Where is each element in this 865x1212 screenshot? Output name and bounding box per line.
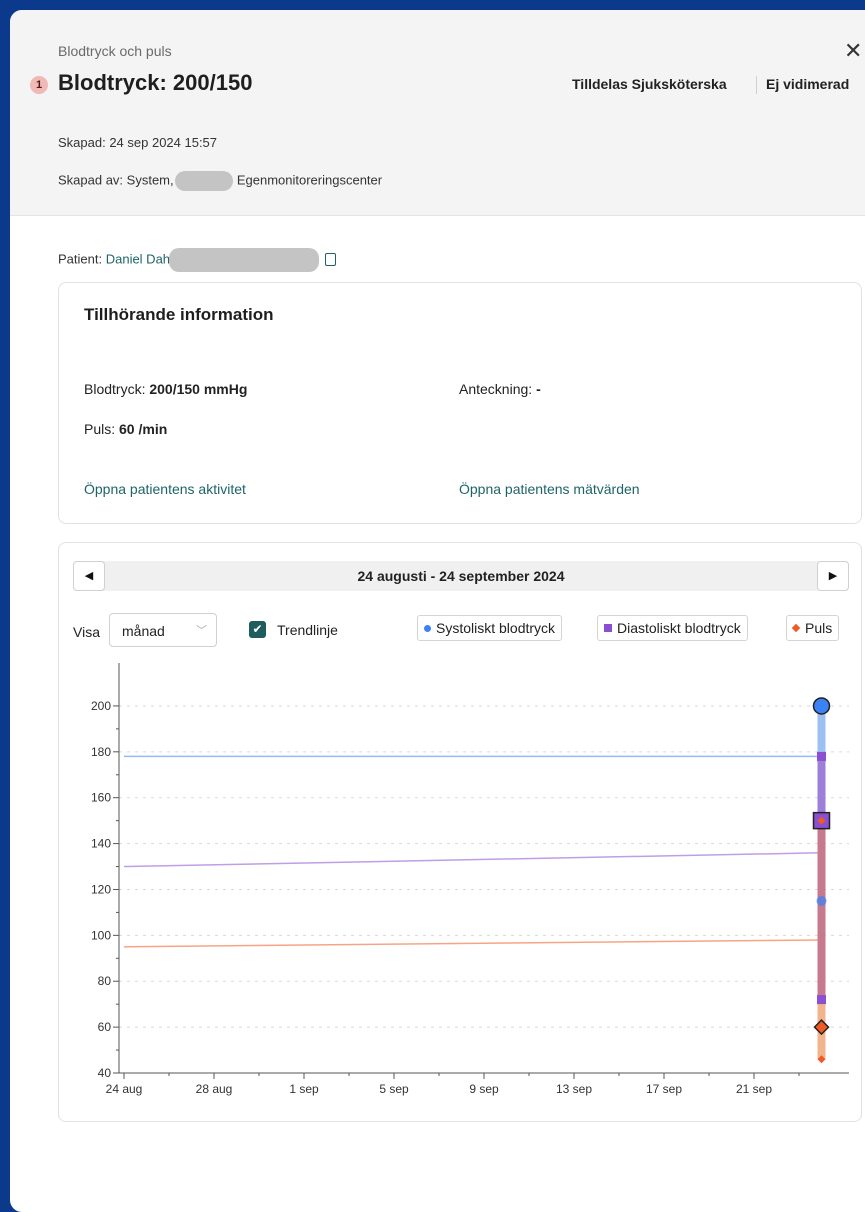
count-badge: 1 [30,76,48,94]
systolic-point [816,895,827,906]
bp-field: Blodtryck: 200/150 mmHg [84,381,247,397]
trend-line [123,852,822,868]
pulse-label: Puls: [84,421,116,437]
legend-diastolic[interactable]: Diastoliskt blodtryck [597,615,748,641]
trend-checkbox[interactable]: ✔ [249,621,266,638]
legend-pulse[interactable]: Puls [786,615,840,641]
trend-label: Trendlinje [277,622,338,638]
x-tick-label: 13 sep [556,1082,592,1096]
copy-icon[interactable] [324,252,336,266]
y-tick-label: 40 [98,1066,112,1080]
diastolic-point [817,995,826,1005]
legend-systolic[interactable]: Systoliskt blodtryck [417,615,563,641]
assign-button[interactable]: Tilldelas Sjuksköterska [572,76,727,92]
y-tick-label: 160 [91,791,111,805]
next-period-button[interactable]: ▶ [817,561,849,591]
date-navigator: 24 augusti - 24 september 2024 ◀ ▶ [73,561,849,591]
diastolic-point [817,751,826,761]
redacted-block [169,248,320,272]
open-measurements-link[interactable]: Öppna patientens mätvärden [459,481,640,497]
y-tick-label: 180 [91,745,111,759]
period-select[interactable]: månad ﹀ [109,613,217,647]
diamond-icon [791,624,801,633]
prev-period-button[interactable]: ◀ [73,561,105,591]
x-tick-label: 9 sep [469,1082,499,1096]
redacted-block [174,171,233,191]
chevron-down-icon: ﹀ [196,625,207,637]
x-tick-label: 24 aug [106,1082,143,1096]
created-by-suffix: Egenmonitoreringscenter [236,172,383,188]
open-activity-link[interactable]: Öppna patientens aktivitet [84,481,246,497]
patient-row: Patient: Daniel Dah [58,248,336,272]
square-icon [604,624,612,633]
note-value: - [536,381,541,397]
x-tick-label: 17 sep [646,1082,682,1096]
created-by-prefix: Skapad av: System, I [58,172,181,188]
related-info-card: Tillhörande information Blodtryck: 200/1… [58,282,862,524]
created-timestamp: Skapad: 24 sep 2024 15:57 [58,135,218,150]
x-tick-label: 28 aug [196,1082,233,1096]
header-divider [756,76,757,94]
legend-diastolic-label: Diastoliskt blodtryck [617,620,741,636]
bp-label: Blodtryck: [84,381,146,397]
legend-systolic-label: Systoliskt blodtryck [436,620,556,636]
pulse-field: Puls: 60 /min [84,421,167,437]
bp-value: 200/150 mmHg [149,381,248,397]
legend-pulse-label: Puls [805,620,833,636]
y-tick-label: 120 [91,882,111,896]
alert-detail-panel: Blodtryck och puls ✕ 1 Blodtryck: 200/15… [10,10,865,1212]
pulse-value: 60 /min [119,421,168,437]
created-by: Skapad av: System, I Egenmonitoreringscen… [58,171,382,191]
x-tick-label: 21 sep [736,1082,772,1096]
breadcrumb: Blodtryck och puls [58,43,172,59]
pulse-point [813,1019,830,1036]
circle-icon [424,624,431,632]
patient-label: Patient: [58,251,103,267]
x-tick-label: 1 sep [289,1082,319,1096]
chart-card: 24 augusti - 24 september 2024 ◀ ▶ Visa … [58,542,862,1122]
note-label: Anteckning: [459,381,533,397]
y-tick-label: 140 [91,837,111,851]
y-tick-label: 60 [98,1020,112,1034]
panel-header: Blodtryck och puls ✕ 1 Blodtryck: 200/15… [10,10,865,216]
trend-line [123,939,822,948]
close-icon[interactable]: ✕ [844,38,862,64]
note-field: Anteckning: - [459,381,541,397]
y-tick-label: 80 [98,974,112,988]
verify-status[interactable]: Ej vidimerad [766,76,849,92]
systolic-point [812,697,831,715]
date-range: 24 augusti - 24 september 2024 [357,568,565,584]
period-value: månad [122,623,165,639]
card-heading: Tillhörande information [84,305,274,324]
vitals-chart: 40 60 80 100 120 140 160 180 200 24 aug 28 aug 1 se… [91,663,849,1096]
y-tick-label: 100 [91,928,111,942]
page-title: Blodtryck: 200/150 [58,70,253,95]
visa-label: Visa [73,624,100,640]
patient-name-link[interactable]: Daniel Dah [106,251,170,266]
y-tick-label: 200 [91,699,111,713]
x-tick-label: 5 sep [379,1082,409,1096]
